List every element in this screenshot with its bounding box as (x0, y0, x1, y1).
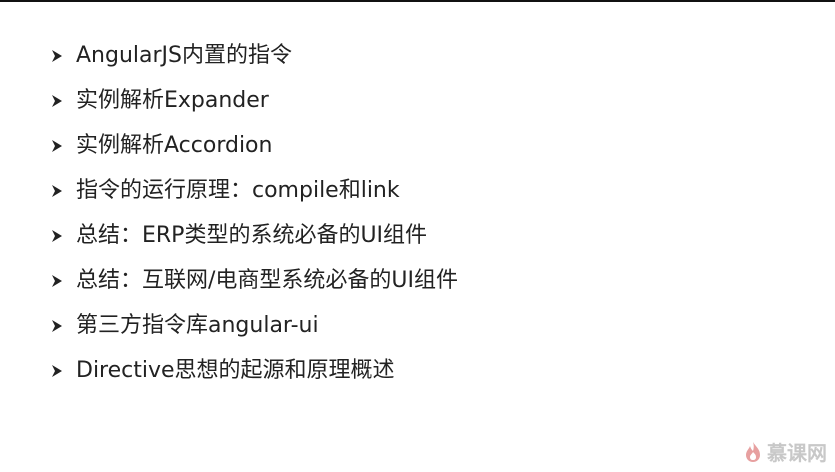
chevron-right-arrow-icon (50, 92, 76, 110)
list-item-label: 实例解析Accordion (76, 132, 273, 158)
watermark: 慕课网 (743, 437, 827, 466)
chevron-right-arrow-icon (50, 317, 76, 335)
chevron-right-arrow-icon (50, 362, 76, 380)
list-item: 总结：ERP类型的系统必备的UI组件 (50, 213, 458, 258)
list-item: 总结：互联网/电商型系统必备的UI组件 (50, 258, 458, 303)
chevron-right-arrow-icon (50, 47, 76, 65)
list-item: 指令的运行原理：compile和link (50, 168, 458, 213)
flame-logo-icon (743, 441, 763, 463)
chevron-right-arrow-icon (50, 137, 76, 155)
list-item-label: Directive思想的起源和原理概述 (76, 357, 395, 383)
chevron-right-arrow-icon (50, 182, 76, 200)
watermark-text: 慕课网 (767, 441, 827, 465)
bullet-list: AngularJS内置的指令 实例解析Expander 实例解析Accordio… (50, 33, 458, 393)
list-item-label: 指令的运行原理：compile和link (76, 177, 400, 203)
list-item: AngularJS内置的指令 (50, 33, 458, 78)
list-item-label: 总结：互联网/电商型系统必备的UI组件 (76, 267, 459, 293)
list-item: 实例解析Accordion (50, 123, 458, 168)
list-item-label: 实例解析Expander (76, 87, 269, 113)
chevron-right-arrow-icon (50, 227, 76, 245)
list-item-label: 总结：ERP类型的系统必备的UI组件 (76, 222, 428, 248)
list-item-label: AngularJS内置的指令 (76, 42, 292, 68)
list-item: 实例解析Expander (50, 78, 458, 123)
list-item: 第三方指令库angular-ui (50, 303, 458, 348)
list-item-label: 第三方指令库angular-ui (76, 312, 319, 338)
list-item: Directive思想的起源和原理概述 (50, 348, 458, 393)
chevron-right-arrow-icon (50, 272, 76, 290)
slide-canvas: AngularJS内置的指令 实例解析Expander 实例解析Accordio… (0, 0, 835, 472)
